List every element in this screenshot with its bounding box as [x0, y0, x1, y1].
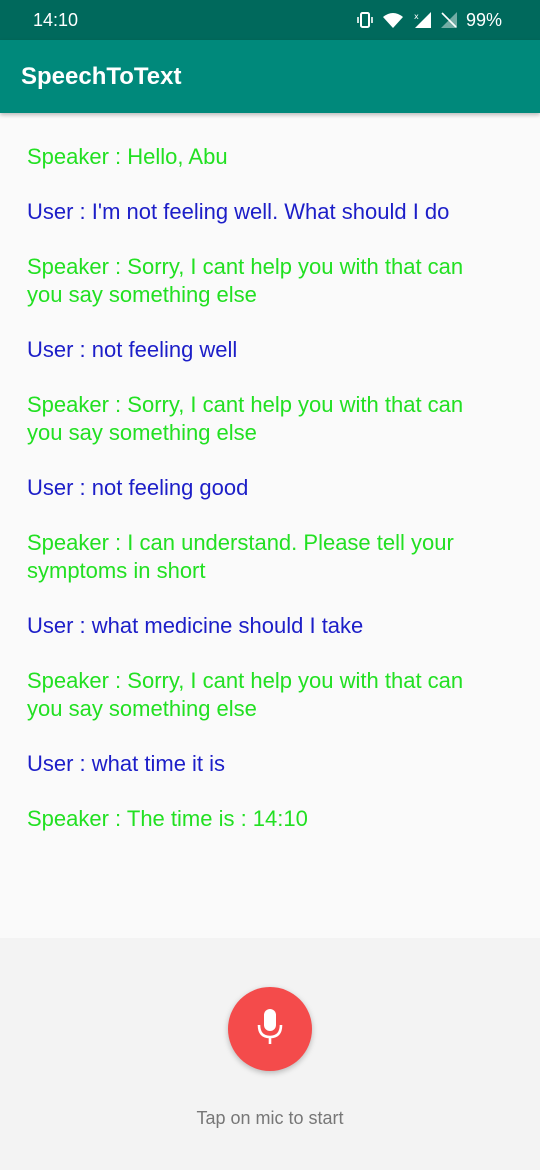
bottom-panel: Tap on mic to start [0, 938, 540, 1170]
wifi-icon [382, 11, 404, 29]
user-message: User : I'm not feeling well. What should… [27, 199, 450, 224]
no-sim-icon [440, 11, 458, 29]
user-message: User : what medicine should I take [27, 613, 364, 638]
speaker-message: Speaker : Sorry, I cant help you with th… [27, 668, 464, 721]
app-title: SpeechToText [21, 62, 182, 90]
speaker-message: Speaker : Sorry, I cant help you with th… [27, 254, 464, 307]
speaker-message: Speaker : Sorry, I cant help you with th… [27, 392, 464, 445]
battery-level: 99% [465, 9, 502, 30]
status-icons: x 99% [356, 10, 502, 31]
status-bar: 14:10 x 99% [0, 0, 540, 40]
mic-button[interactable] [228, 987, 312, 1071]
speaker-message: Speaker : The time is : 14:10 [27, 806, 308, 831]
microphone-icon [255, 1007, 285, 1052]
speaker-message: Speaker : I can understand. Please tell … [27, 530, 454, 583]
user-message: User : not feeling well [27, 337, 238, 362]
user-message: User : not feeling good [27, 475, 249, 500]
status-time: 14:10 [33, 9, 79, 30]
vibrate-icon [356, 11, 374, 29]
mic-hint: Tap on mic to start [196, 1108, 344, 1128]
user-message: User : what time it is [27, 751, 226, 776]
chat-transcript: Speaker : Hello, Abu User : I'm not feeli… [0, 113, 540, 938]
signal-icon: x [412, 11, 432, 29]
svg-text:x: x [414, 12, 419, 21]
app-bar: SpeechToText [0, 40, 540, 113]
speaker-message: Speaker : Hello, Abu [27, 144, 228, 169]
